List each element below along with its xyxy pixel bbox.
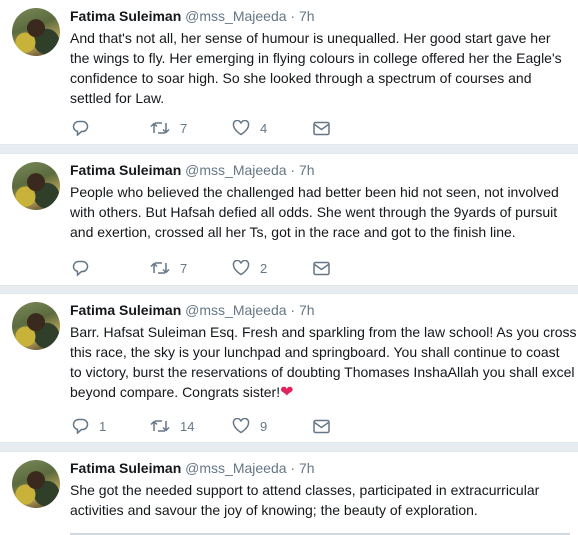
- like-count: 2: [260, 260, 268, 276]
- separator-dot: ·: [290, 8, 296, 24]
- tweet-text-line: beyond compare. Congrats sister!❤: [70, 382, 570, 403]
- tweet-text-segment: beyond compare. Congrats sister!: [70, 384, 281, 400]
- retweet-icon: [150, 262, 170, 274]
- tweet-text-line: this race, the sky is your lunchpad and …: [70, 344, 560, 360]
- tweet-text-line: She got the needed support to attend cla…: [70, 482, 540, 498]
- retweet-count: 14: [180, 418, 195, 434]
- avatar[interactable]: [12, 302, 60, 350]
- avatar[interactable]: [12, 8, 60, 56]
- reply-icon: [72, 260, 89, 276]
- tweet-divider: [0, 442, 578, 452]
- timestamp[interactable]: 7h: [299, 8, 315, 24]
- reply-count: 1: [99, 418, 107, 434]
- like-button[interactable]: 4: [232, 119, 267, 137]
- avatar[interactable]: [12, 162, 60, 210]
- envelope-icon: [313, 261, 330, 275]
- reply-icon: [72, 120, 89, 136]
- tweet-header: Fatima Suleiman @mss_Majeeda · 7h: [70, 459, 315, 477]
- envelope-icon: [313, 419, 330, 433]
- heart-icon: [232, 120, 250, 136]
- tweet-text-line: And that's not all, her sense of humour …: [70, 30, 551, 46]
- red-heart-emoji: ❤: [280, 384, 294, 401]
- tweet-header: Fatima Suleiman @mss_Majeeda · 7h: [70, 161, 315, 179]
- author-handle[interactable]: @mss_Majeeda: [185, 8, 286, 24]
- tweet-header: Fatima Suleiman @mss_Majeeda · 7h: [70, 7, 315, 25]
- like-button[interactable]: 2: [232, 259, 267, 277]
- tweet-text-line: Barr. Hafsat Suleiman Esq. Fresh and spa…: [70, 324, 577, 340]
- retweet-count: 7: [180, 120, 188, 136]
- retweet-button[interactable]: 7: [150, 259, 187, 277]
- tweet-text-line: settled for Law.: [70, 90, 165, 106]
- retweet-icon: [150, 420, 170, 432]
- reply-button[interactable]: 1: [72, 417, 106, 435]
- retweet-button[interactable]: 14: [150, 417, 194, 435]
- tweet[interactable]: Fatima Suleiman @mss_Majeeda · 7h People…: [0, 154, 578, 285]
- author-handle[interactable]: @mss_Majeeda: [185, 162, 286, 178]
- author-name[interactable]: Fatima Suleiman: [70, 8, 181, 24]
- tweet-text: Barr. Hafsat Suleiman Esq. Fresh and spa…: [70, 322, 577, 403]
- tweet-text-line: the wings to fly. Her emerging in flying…: [70, 50, 562, 66]
- author-handle[interactable]: @mss_Majeeda: [185, 302, 286, 318]
- direct-message-button[interactable]: [313, 417, 330, 435]
- tweet[interactable]: Fatima Suleiman @mss_Majeeda · 7h Barr. …: [0, 294, 578, 442]
- timestamp[interactable]: 7h: [299, 162, 315, 178]
- tweet-text: People who believed the challenged had b…: [70, 182, 570, 242]
- tweet-divider: [0, 285, 578, 294]
- reply-icon: [72, 418, 89, 434]
- direct-message-button[interactable]: [313, 259, 330, 277]
- tweet-text-line: with others. But Hafsah defied all odds.…: [70, 204, 558, 220]
- tweet[interactable]: Fatima Suleiman @mss_Majeeda · 7h And th…: [0, 0, 578, 144]
- tweet-text-line: to victory, burst the reservations of do…: [70, 364, 575, 380]
- tweet-text: And that's not all, her sense of humour …: [70, 28, 570, 108]
- like-count: 9: [260, 418, 268, 434]
- separator-dot: ·: [290, 460, 296, 476]
- author-handle[interactable]: @mss_Majeeda: [185, 460, 286, 476]
- retweet-count: 7: [180, 260, 188, 276]
- avatar[interactable]: [12, 460, 60, 508]
- author-name[interactable]: Fatima Suleiman: [70, 302, 181, 318]
- tweet-text-line: People who believed the challenged had b…: [70, 184, 559, 200]
- tweet-text-line: and exertion, crossed all her Ts, got in…: [70, 224, 516, 240]
- envelope-icon: [313, 121, 330, 135]
- separator-dot: ·: [290, 302, 296, 318]
- author-name[interactable]: Fatima Suleiman: [70, 162, 181, 178]
- reply-button[interactable]: [72, 259, 99, 277]
- tweet-text-line: confidence to soar high. So she looked t…: [70, 70, 532, 86]
- direct-message-button[interactable]: [313, 119, 330, 137]
- author-name[interactable]: Fatima Suleiman: [70, 460, 181, 476]
- tweet-text: She got the needed support to attend cla…: [70, 480, 570, 520]
- like-count: 4: [260, 120, 268, 136]
- timestamp[interactable]: 7h: [299, 302, 315, 318]
- retweet-icon: [150, 122, 170, 134]
- tweet-divider: [0, 144, 578, 154]
- heart-icon: [232, 260, 250, 276]
- separator-dot: ·: [290, 162, 296, 178]
- heart-icon: [232, 418, 250, 434]
- reply-button[interactable]: [72, 119, 99, 137]
- timestamp[interactable]: 7h: [299, 460, 315, 476]
- tweet-text-line: activities and savour the joy of knowing…: [70, 502, 478, 518]
- tweet[interactable]: Fatima Suleiman @mss_Majeeda · 7h She go…: [0, 452, 578, 535]
- like-button[interactable]: 9: [232, 417, 267, 435]
- tweet-header: Fatima Suleiman @mss_Majeeda · 7h: [70, 301, 315, 319]
- retweet-button[interactable]: 7: [150, 119, 187, 137]
